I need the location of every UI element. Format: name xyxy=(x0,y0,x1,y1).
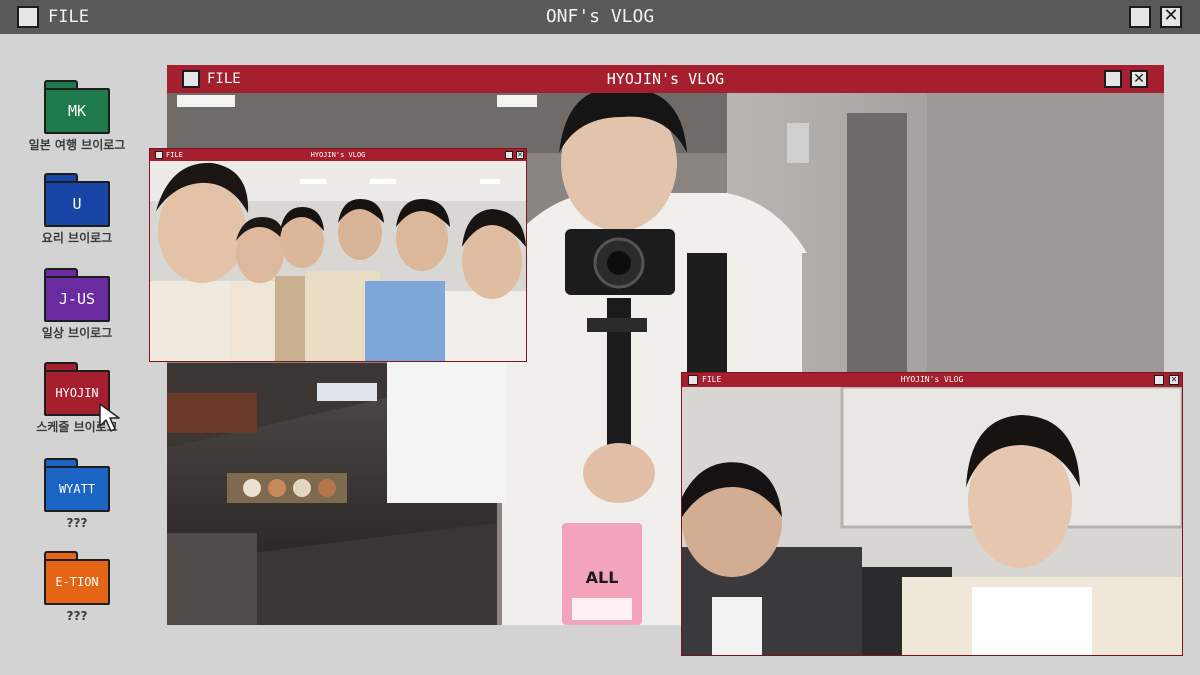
folder-label: J-US xyxy=(44,276,110,322)
close-button[interactable]: ✕ xyxy=(1160,6,1182,28)
folder-icon: MK xyxy=(44,80,110,134)
folder-icon: U xyxy=(44,173,110,227)
folder-e-tion[interactable]: E-TION ??? xyxy=(24,551,130,631)
app-title-bar: FILE ONF's VLOG ✕ xyxy=(0,0,1200,34)
folder-caption: 일상 브이로그 xyxy=(41,326,113,340)
window-title: HYOJIN's VLOG xyxy=(310,151,366,159)
badge-text: ALL xyxy=(586,568,619,587)
group-photo-window[interactable]: FILE HYOJIN's VLOG ✕ xyxy=(149,148,527,362)
window-minimize-button[interactable] xyxy=(1104,70,1122,88)
window-title: HYOJIN's VLOG xyxy=(900,375,964,384)
folder-caption: 일본 여행 브이로그 xyxy=(28,138,126,152)
dressing-room-window[interactable]: FILE HYOJIN's VLOG ✕ xyxy=(681,372,1183,656)
folder-icon: WYATT xyxy=(44,458,110,512)
minimize-button[interactable] xyxy=(1129,6,1151,28)
window-minimize-button[interactable] xyxy=(1154,375,1164,385)
group-photo-image xyxy=(150,161,526,361)
folder-label: WYATT xyxy=(44,466,110,512)
folder-label: E-TION xyxy=(44,559,110,605)
window-close-button[interactable]: ✕ xyxy=(516,151,524,159)
window-title-bar: FILE HYOJIN's VLOG ✕ xyxy=(682,373,1182,387)
dressing-room-frame xyxy=(682,387,1182,655)
folder-wyatt[interactable]: WYATT ??? xyxy=(24,458,130,538)
folder-icon: E-TION xyxy=(44,551,110,605)
dressing-room-image xyxy=(682,387,1182,655)
window-title: HYOJIN's VLOG xyxy=(606,70,725,88)
folder-caption: ??? xyxy=(66,609,88,623)
mouse-cursor-icon xyxy=(99,403,120,432)
folder-j-us[interactable]: J-US 일상 브이로그 xyxy=(24,268,130,348)
window-close-button[interactable]: ✕ xyxy=(1169,375,1179,385)
folder-icon: J-US xyxy=(44,268,110,322)
group-photo-frame xyxy=(150,161,526,361)
folder-caption: ??? xyxy=(66,516,88,530)
window-title-bar: FILE HYOJIN's VLOG ✕ xyxy=(150,149,526,161)
app-title: ONF's VLOG xyxy=(545,6,655,27)
folder-caption: 요리 브이로그 xyxy=(41,231,113,245)
folder-mk[interactable]: MK 일본 여행 브이로그 xyxy=(24,80,130,160)
window-minimize-button[interactable] xyxy=(505,151,513,159)
folder-label: MK xyxy=(44,88,110,134)
window-title-bar: FILE HYOJIN's VLOG ✕ xyxy=(167,65,1164,93)
folder-label: U xyxy=(44,181,110,227)
folder-u[interactable]: U 요리 브이로그 xyxy=(24,173,130,253)
window-close-button[interactable]: ✕ xyxy=(1130,70,1148,88)
